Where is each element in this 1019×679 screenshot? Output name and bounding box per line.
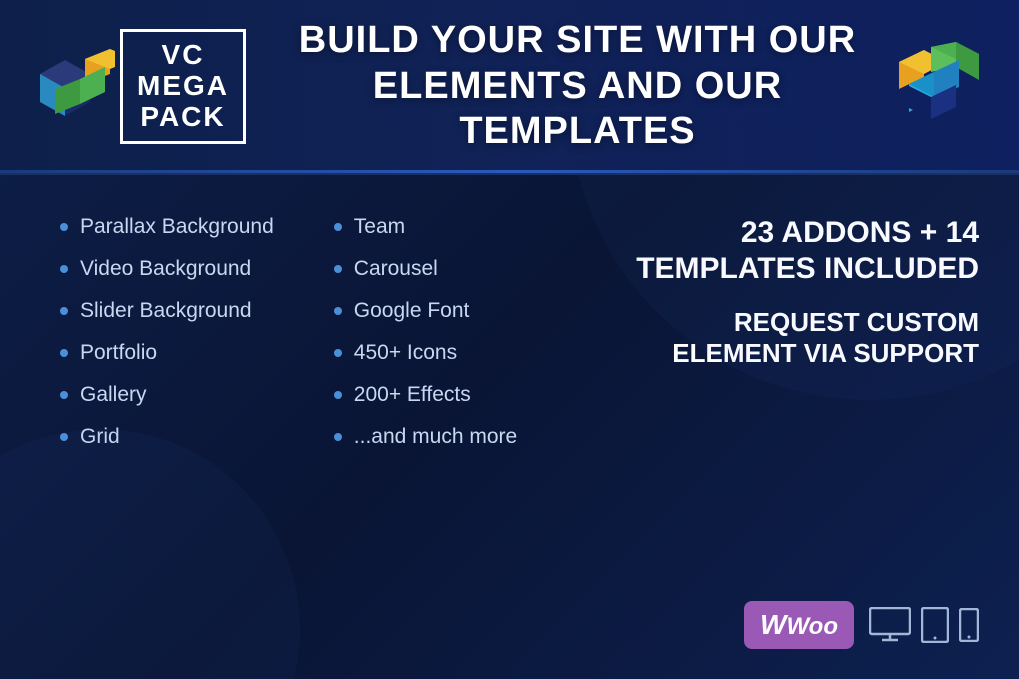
- list-item: Portfolio: [60, 341, 274, 365]
- feature-label: Video Background: [80, 257, 251, 281]
- feature-label: 200+ Effects: [354, 383, 471, 407]
- logo-pack: PACK: [137, 102, 229, 133]
- feature-label: Carousel: [354, 257, 438, 281]
- header-title: BUILD YOUR SITE WITH OUR ELEMENTS AND OU…: [286, 18, 869, 155]
- header-right-logo-icon: [889, 42, 989, 132]
- bullet-icon: [60, 391, 68, 399]
- bullet-icon: [60, 349, 68, 357]
- feature-column-2: Team Carousel Google Font 450+ Icons: [334, 215, 534, 649]
- stats-text: 23 ADDONS + 14 TEMPLATES INCLUDED REQUES…: [636, 215, 979, 369]
- bullet-icon: [334, 349, 342, 357]
- logo-section: VC MEGA PACK: [30, 29, 246, 143]
- feature-label: Google Font: [354, 299, 470, 323]
- logo-mega: MEGA: [137, 71, 229, 102]
- addons-line2: TEMPLATES INCLUDED: [636, 252, 979, 285]
- header-line2: ELEMENTS AND OUR TEMPLATES: [373, 65, 782, 153]
- header-headline: BUILD YOUR SITE WITH OUR ELEMENTS AND OU…: [286, 18, 869, 155]
- bottom-icons: WWoo: [744, 601, 979, 649]
- list-item: Team: [334, 215, 534, 239]
- woo-label: WWoo: [760, 609, 838, 641]
- features-section: Parallax Background Video Background Sli…: [60, 215, 616, 649]
- bullet-icon: [60, 265, 68, 273]
- list-item: ...and much more: [334, 425, 534, 449]
- request-line1: REQUEST CUSTOM: [734, 307, 979, 337]
- list-item: Grid: [60, 425, 274, 449]
- bullet-icon: [334, 223, 342, 231]
- list-item: Parallax Background: [60, 215, 274, 239]
- feature-list-1: Parallax Background Video Background Sli…: [60, 215, 274, 449]
- logo-cube-icon: [30, 44, 115, 129]
- feature-label: Grid: [80, 425, 120, 449]
- list-item: Slider Background: [60, 299, 274, 323]
- right-stats-section: 23 ADDONS + 14 TEMPLATES INCLUDED REQUES…: [636, 215, 979, 649]
- list-item: Video Background: [60, 257, 274, 281]
- bullet-icon: [334, 391, 342, 399]
- bullet-icon: [334, 307, 342, 315]
- feature-label: Team: [354, 215, 405, 239]
- desktop-icon: [869, 607, 911, 643]
- bullet-icon: [334, 433, 342, 441]
- header: VC MEGA PACK BUILD YOUR SITE WITH OUR EL…: [0, 0, 1019, 175]
- list-item: 200+ Effects: [334, 383, 534, 407]
- bullet-icon: [60, 433, 68, 441]
- list-item: Google Font: [334, 299, 534, 323]
- feature-label: ...and much more: [354, 425, 517, 449]
- main-container: VC MEGA PACK BUILD YOUR SITE WITH OUR EL…: [0, 0, 1019, 679]
- feature-list-2: Team Carousel Google Font 450+ Icons: [334, 215, 534, 449]
- header-line1: BUILD YOUR SITE WITH OUR: [299, 19, 856, 61]
- feature-label: Parallax Background: [80, 215, 274, 239]
- feature-column-1: Parallax Background Video Background Sli…: [60, 215, 274, 649]
- tablet-icon: [921, 607, 949, 643]
- logo-vc: VC: [137, 40, 229, 71]
- device-icons: [869, 607, 979, 643]
- request-line2: ELEMENT VIA SUPPORT: [672, 338, 979, 368]
- content-area: Parallax Background Video Background Sli…: [0, 175, 1019, 679]
- list-item: Gallery: [60, 383, 274, 407]
- request-text: REQUEST CUSTOM ELEMENT VIA SUPPORT: [636, 307, 979, 369]
- phone-icon: [959, 608, 979, 642]
- bullet-icon: [334, 265, 342, 273]
- feature-label: Gallery: [80, 383, 147, 407]
- feature-label: Portfolio: [80, 341, 157, 365]
- feature-label: Slider Background: [80, 299, 252, 323]
- addons-stat: 23 ADDONS + 14 TEMPLATES INCLUDED: [636, 215, 979, 287]
- feature-label: 450+ Icons: [354, 341, 457, 365]
- logo-text-box: VC MEGA PACK: [120, 29, 246, 143]
- bullet-icon: [60, 307, 68, 315]
- list-item: Carousel: [334, 257, 534, 281]
- list-item: 450+ Icons: [334, 341, 534, 365]
- woo-badge: WWoo: [744, 601, 854, 649]
- addons-line1: 23 ADDONS + 14: [741, 216, 979, 249]
- bullet-icon: [60, 223, 68, 231]
